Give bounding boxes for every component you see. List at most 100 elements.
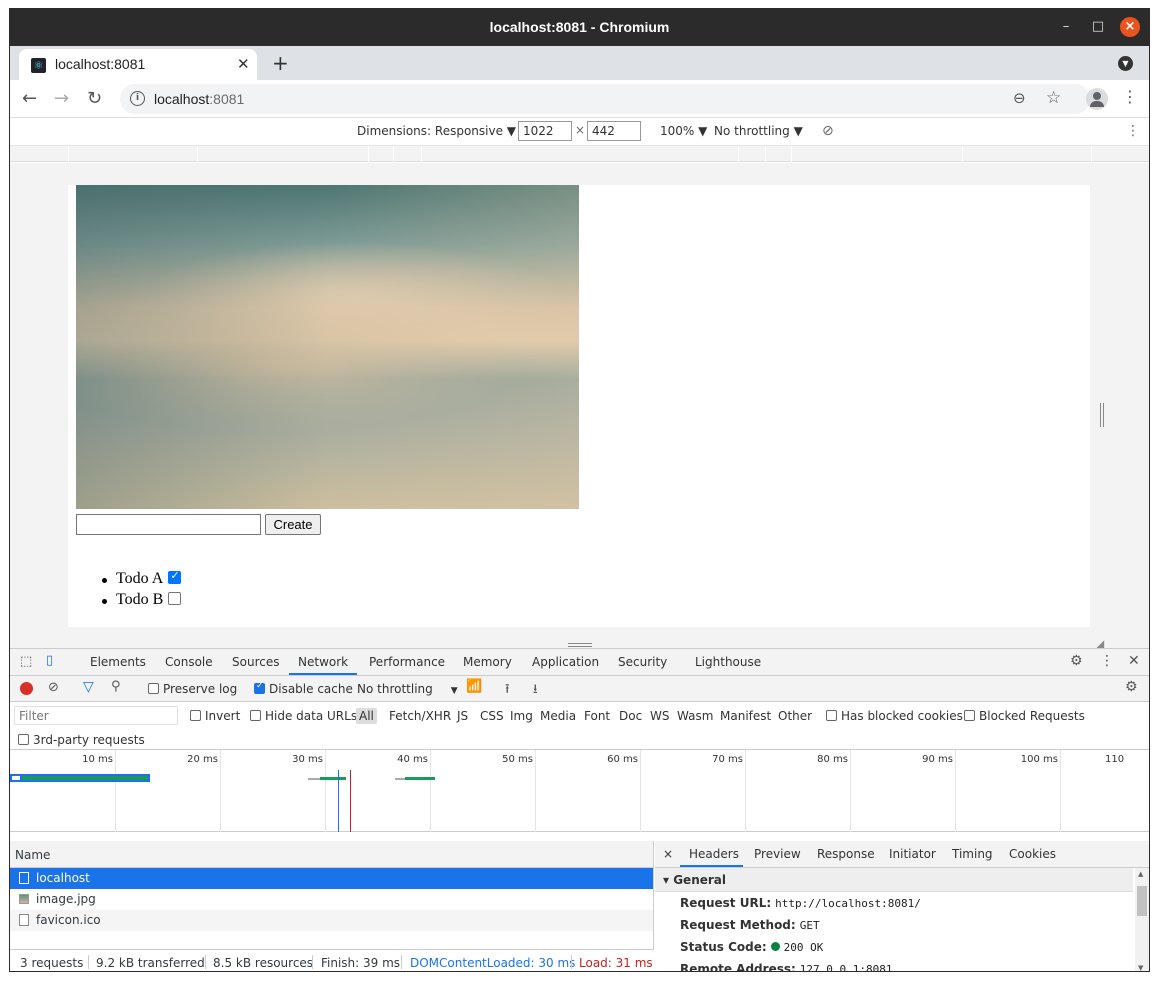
device-width-input[interactable]: 1022 — [518, 121, 572, 141]
rotate-icon[interactable]: ⊘ — [822, 123, 834, 139]
reload-icon[interactable]: ↻ — [87, 88, 102, 109]
address-bar[interactable]: i localhost:8081 ⊖ ☆ — [120, 84, 1090, 114]
type-filter-all[interactable]: All — [356, 708, 377, 724]
tab-performance[interactable]: Performance — [369, 655, 445, 669]
tab-sources[interactable]: Sources — [232, 655, 279, 669]
invert-checkbox[interactable]: Invert — [190, 709, 240, 723]
filter-input[interactable]: Filter — [14, 706, 178, 725]
right-resize-handle[interactable] — [1100, 403, 1104, 427]
timeline-tick: 10 ms — [82, 754, 113, 765]
device-throttling-select[interactable]: No throttling ▼ — [714, 124, 803, 138]
bottom-resize-handle[interactable] — [568, 643, 592, 647]
scroll-up-icon[interactable]: ▲ — [1138, 870, 1143, 878]
scroll-down-icon[interactable]: ▼ — [1138, 964, 1143, 971]
tab-elements[interactable]: Elements — [90, 655, 146, 669]
record-icon[interactable] — [20, 682, 33, 695]
export-har-icon[interactable]: ⭳ — [533, 680, 538, 702]
type-filter-font[interactable]: Font — [584, 709, 610, 723]
todo-b-checkbox[interactable] — [168, 592, 182, 605]
tab-initiator[interactable]: Initiator — [889, 847, 936, 861]
close-details-icon[interactable]: × — [663, 847, 673, 861]
forward-icon[interactable]: → — [54, 88, 69, 109]
network-overview-timeline[interactable]: 10 ms 20 ms 30 ms 40 ms 50 ms 60 ms 70 m… — [10, 750, 1149, 832]
browser-menu-icon[interactable]: ⋮ — [1122, 87, 1138, 106]
media-query-ruler[interactable] — [10, 146, 1149, 162]
type-filter-img[interactable]: Img — [510, 709, 533, 723]
todo-input[interactable] — [76, 514, 261, 535]
minimize-icon[interactable]: – — [1056, 17, 1076, 37]
tab-application[interactable]: Application — [532, 655, 599, 669]
network-toolbar: ⊘ ▽ ⚲ Preserve log Disable cache No thro… — [10, 676, 1149, 702]
scroll-thumb[interactable] — [1137, 886, 1147, 916]
device-toggle-icon[interactable]: ▯ — [46, 653, 53, 668]
request-row[interactable]: image.jpg — [10, 889, 653, 910]
settings-gear-icon[interactable]: ⚙ — [1070, 653, 1083, 669]
close-window-icon[interactable]: × — [1120, 17, 1140, 37]
tab-security[interactable]: Security — [618, 655, 667, 669]
general-section-header[interactable]: ▾ General — [655, 868, 1133, 892]
remote-address-row: Remote Address: 127.0.0.1:8081 — [680, 962, 893, 972]
preserve-log-checkbox[interactable]: Preserve log — [148, 682, 237, 696]
tab-preview[interactable]: Preview — [754, 847, 801, 861]
timeline-tick: 40 ms — [397, 754, 428, 765]
import-har-icon[interactable]: ⭱ — [505, 680, 510, 702]
network-settings-gear-icon[interactable]: ⚙ — [1125, 679, 1138, 695]
tab-headers[interactable]: Headers — [689, 847, 739, 861]
name-column-header[interactable]: Name — [10, 841, 653, 868]
active-tab-indicator — [289, 673, 357, 675]
tab-search-icon[interactable]: ▼ — [1118, 56, 1133, 71]
disable-cache-checkbox[interactable]: Disable cache — [254, 681, 353, 696]
back-icon[interactable]: ← — [22, 88, 37, 109]
inspect-element-icon[interactable]: ⬚ — [20, 654, 32, 669]
details-scrollbar[interactable]: ▲ ▼ — [1135, 868, 1149, 971]
blocked-requests-checkbox[interactable]: Blocked Requests — [964, 709, 1085, 723]
type-filter-css[interactable]: CSS — [480, 709, 504, 723]
tab-cookies[interactable]: Cookies — [1009, 847, 1056, 861]
request-row[interactable]: favicon.ico — [10, 910, 653, 931]
browser-window: localhost:8081 - Chromium – □ × ⚛ localh… — [9, 8, 1150, 972]
type-filter-media[interactable]: Media — [540, 709, 576, 723]
todo-a-checkbox[interactable] — [168, 569, 182, 584]
network-conditions-icon[interactable]: 📶 — [466, 679, 482, 694]
type-filter-wasm[interactable]: Wasm — [677, 709, 713, 723]
browser-tab[interactable]: ⚛ localhost:8081 ✕ — [19, 49, 257, 80]
type-filter-ws[interactable]: WS — [650, 709, 669, 723]
device-height-input[interactable]: 442 — [587, 121, 641, 141]
search-icon[interactable]: ⚲ — [111, 679, 121, 694]
clear-icon[interactable]: ⊘ — [48, 680, 59, 695]
devtools-menu-icon[interactable]: ⋮ — [1100, 653, 1114, 669]
type-filter-other[interactable]: Other — [778, 709, 812, 723]
type-filter-manifest[interactable]: Manifest — [720, 709, 771, 723]
timeline-tick: 50 ms — [502, 754, 533, 765]
close-devtools-icon[interactable]: ✕ — [1128, 653, 1140, 669]
has-blocked-cookies-checkbox[interactable]: Has blocked cookies — [826, 709, 963, 723]
todo-item: Todo A — [101, 569, 182, 591]
filter-icon[interactable]: ▽ — [83, 679, 94, 695]
site-info-icon[interactable]: i — [130, 91, 145, 106]
type-filter-js[interactable]: JS — [457, 709, 468, 723]
request-url-row: Request URL: http://localhost:8081/ — [680, 896, 921, 910]
third-party-requests-checkbox[interactable]: 3rd-party requests — [18, 733, 145, 747]
tab-network[interactable]: Network — [298, 655, 348, 669]
type-filter-doc[interactable]: Doc — [619, 709, 642, 723]
tab-memory[interactable]: Memory — [463, 655, 512, 669]
tab-console[interactable]: Console — [165, 655, 213, 669]
dimensions-select[interactable]: Dimensions: Responsive ▼ — [357, 124, 516, 138]
tab-lighthouse[interactable]: Lighthouse — [695, 655, 761, 669]
zoom-icon[interactable]: ⊖ — [1013, 89, 1026, 107]
request-row[interactable]: localhost — [10, 868, 653, 889]
network-throttling-select[interactable]: No throttling ▼ — [357, 682, 458, 696]
maximize-icon[interactable]: □ — [1088, 17, 1108, 37]
zoom-select[interactable]: 100% ▼ — [660, 124, 707, 138]
network-status-bar: 3 requests 9.2 kB transferred 8.5 kB res… — [10, 949, 654, 971]
tab-close-icon[interactable]: ✕ — [237, 55, 250, 73]
device-menu-icon[interactable]: ⋮ — [1126, 123, 1140, 139]
type-filter-fetch-xhr[interactable]: Fetch/XHR — [389, 709, 451, 723]
bookmark-star-icon[interactable]: ☆ — [1046, 88, 1061, 108]
tab-response[interactable]: Response — [817, 847, 875, 861]
profile-avatar-icon[interactable] — [1086, 88, 1108, 110]
create-button[interactable]: Create — [265, 514, 321, 535]
hide-data-urls-checkbox[interactable]: Hide data URLs — [250, 709, 357, 723]
tab-timing[interactable]: Timing — [952, 847, 993, 861]
new-tab-icon[interactable]: + — [272, 51, 289, 75]
